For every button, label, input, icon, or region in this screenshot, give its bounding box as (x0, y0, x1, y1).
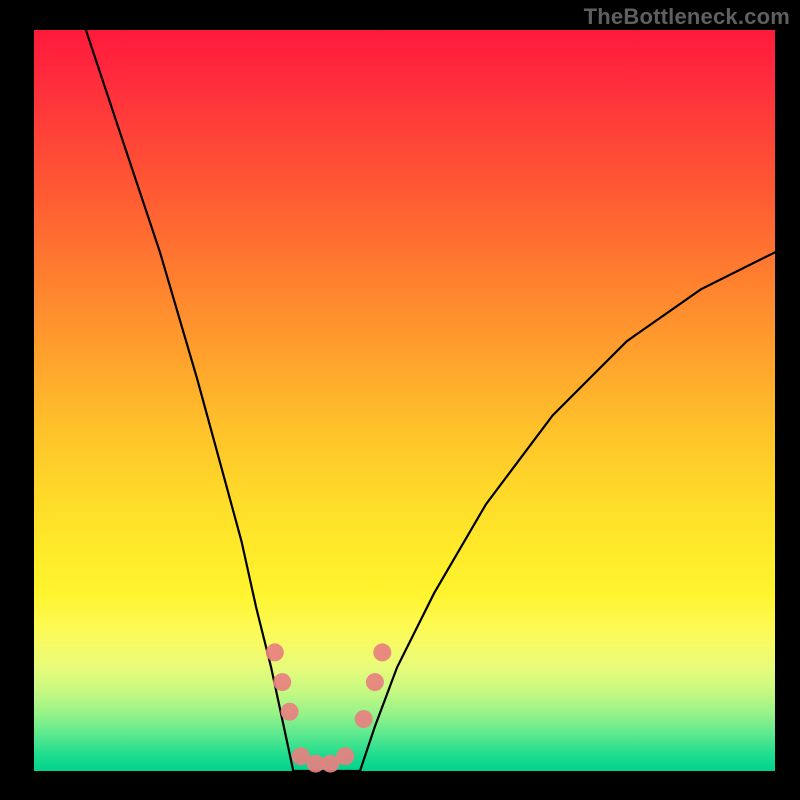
plot-gradient-background (34, 30, 775, 771)
watermark-text: TheBottleneck.com (584, 4, 790, 30)
chart-frame: TheBottleneck.com (0, 0, 800, 800)
